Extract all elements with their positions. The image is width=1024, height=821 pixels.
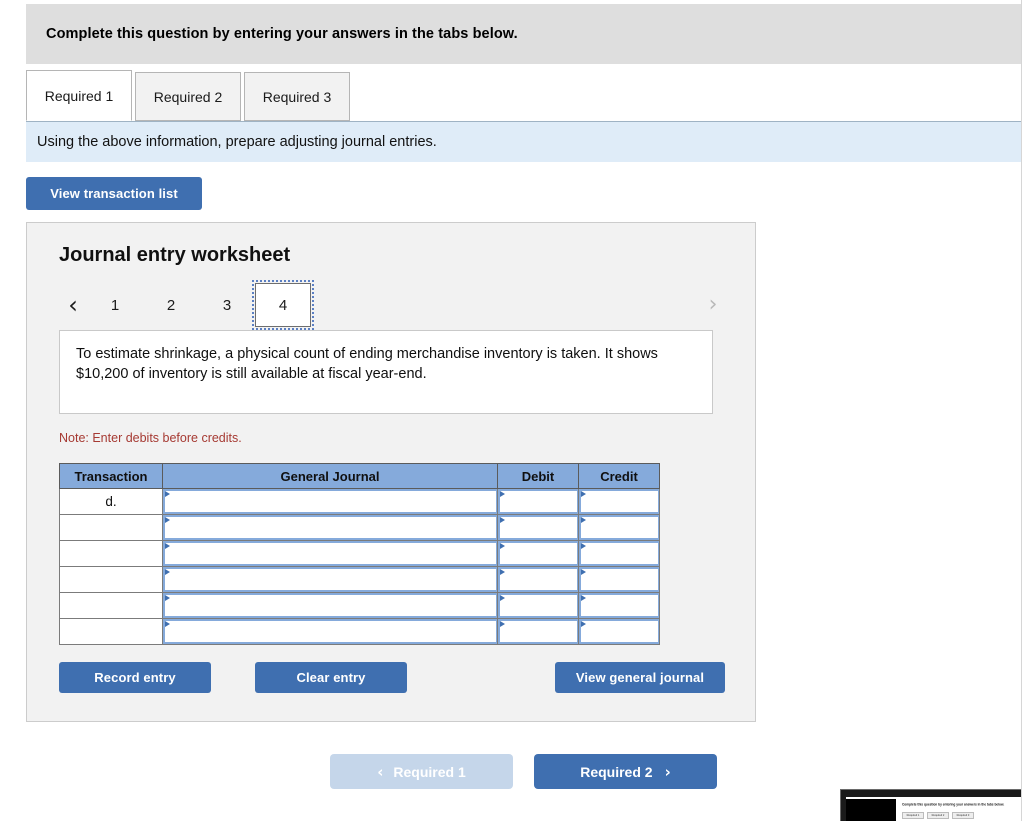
credit-input[interactable] xyxy=(581,595,658,616)
table-row: d. xyxy=(59,488,660,515)
pager-page-4[interactable]: 4 xyxy=(252,280,314,330)
cell-debit[interactable] xyxy=(497,566,579,593)
pager-page-3[interactable]: 3 xyxy=(199,283,255,327)
subheader-text: Using the above information, prepare adj… xyxy=(37,134,437,150)
cell-transaction xyxy=(59,566,163,593)
cell-transaction: d. xyxy=(59,488,163,515)
cell-debit[interactable] xyxy=(497,514,579,541)
cell-general-journal[interactable] xyxy=(162,618,498,645)
table-header-row: Transaction General Journal Debit Credit xyxy=(59,463,660,489)
question-text: To estimate shrinkage, a physical count … xyxy=(76,346,658,382)
credit-input[interactable] xyxy=(581,621,658,642)
pip-tab-strip: Required 1 Required 2 Required 3 xyxy=(902,812,974,819)
table-row xyxy=(59,566,660,593)
debit-input[interactable] xyxy=(500,569,577,590)
pager-next-icon[interactable]: › xyxy=(699,285,727,325)
general-journal-input[interactable] xyxy=(165,491,496,512)
cell-credit[interactable] xyxy=(578,592,660,619)
general-journal-input[interactable] xyxy=(165,517,496,538)
chevron-right-icon: › xyxy=(664,762,671,781)
prev-required-button[interactable]: ‹ Required 1 xyxy=(330,754,513,789)
tab-required-3-label: Required 3 xyxy=(262,88,332,105)
debit-input[interactable] xyxy=(500,621,577,642)
table-row xyxy=(59,592,660,619)
table-row xyxy=(59,514,660,541)
pager-page-2[interactable]: 2 xyxy=(143,283,199,327)
cell-debit[interactable] xyxy=(497,592,579,619)
general-journal-input[interactable] xyxy=(165,543,496,564)
cell-general-journal[interactable] xyxy=(162,540,498,567)
table-row xyxy=(59,540,660,567)
required-tabs: Required 1 Required 2 Required 3 xyxy=(26,70,1021,121)
debit-input[interactable] xyxy=(500,491,577,512)
subheader-banner: Using the above information, prepare adj… xyxy=(26,121,1021,162)
debit-input[interactable] xyxy=(500,543,577,564)
pager-page-1[interactable]: 1 xyxy=(87,283,143,327)
next-required-button[interactable]: Required 2 › xyxy=(534,754,717,789)
cell-debit[interactable] xyxy=(497,488,579,515)
general-journal-input[interactable] xyxy=(165,569,496,590)
pip-tab-required-2: Required 2 xyxy=(927,812,949,819)
prev-required-label: Required 1 xyxy=(393,763,466,780)
worksheet-pager: ‹ 1 2 3 4 › xyxy=(59,280,727,330)
cell-transaction xyxy=(59,592,163,619)
tab-required-3[interactable]: Required 3 xyxy=(244,72,350,121)
cell-general-journal[interactable] xyxy=(162,592,498,619)
question-box: To estimate shrinkage, a physical count … xyxy=(59,330,713,414)
next-required-label: Required 2 xyxy=(580,763,653,780)
tab-required-2[interactable]: Required 2 xyxy=(135,72,241,121)
view-transaction-list-button[interactable]: View transaction list xyxy=(26,177,202,210)
pip-video-area xyxy=(846,799,896,821)
picture-in-picture-overlay[interactable]: Complete this question by entering your … xyxy=(840,789,1024,821)
table-row xyxy=(59,618,660,645)
instruction-text: Complete this question by entering your … xyxy=(46,26,518,42)
cell-general-journal[interactable] xyxy=(162,566,498,593)
credit-input[interactable] xyxy=(581,569,658,590)
general-journal-input[interactable] xyxy=(165,621,496,642)
debits-before-credits-note: Note: Enter debits before credits. xyxy=(59,431,242,445)
tab-required-2-label: Required 2 xyxy=(153,88,223,105)
cell-credit[interactable] xyxy=(578,514,660,541)
cell-debit[interactable] xyxy=(497,618,579,645)
cell-transaction xyxy=(59,540,163,567)
debit-input[interactable] xyxy=(500,595,577,616)
cell-credit[interactable] xyxy=(578,618,660,645)
page-root: Complete this question by entering your … xyxy=(0,0,1024,821)
journal-entry-table: Transaction General Journal Debit Credit… xyxy=(59,463,660,645)
cell-credit[interactable] xyxy=(578,540,660,567)
column-header-credit: Credit xyxy=(578,463,660,489)
cell-credit[interactable] xyxy=(578,488,660,515)
pip-preview-content: Complete this question by entering your … xyxy=(846,797,1024,821)
pager-prev-icon[interactable]: ‹ xyxy=(59,285,87,325)
worksheet-title: Journal entry worksheet xyxy=(59,244,291,266)
instruction-banner: Complete this question by entering your … xyxy=(26,4,1021,64)
pip-tab-required-3: Required 3 xyxy=(952,812,974,819)
general-journal-input[interactable] xyxy=(165,595,496,616)
cell-transaction xyxy=(59,514,163,541)
credit-input[interactable] xyxy=(581,543,658,564)
pip-tab-required-1: Required 1 xyxy=(902,812,924,819)
cell-transaction xyxy=(59,618,163,645)
view-general-journal-button[interactable]: View general journal xyxy=(555,662,725,693)
journal-entry-worksheet-panel: Journal entry worksheet ‹ 1 2 3 4 › To e… xyxy=(26,222,756,722)
column-header-general-journal: General Journal xyxy=(162,463,498,489)
debit-input[interactable] xyxy=(500,517,577,538)
cell-general-journal[interactable] xyxy=(162,514,498,541)
tab-required-1[interactable]: Required 1 xyxy=(26,70,132,121)
journal-entry-table-body: d. xyxy=(59,488,660,645)
clear-entry-button[interactable]: Clear entry xyxy=(255,662,407,693)
tab-required-1-label: Required 1 xyxy=(44,87,114,104)
chevron-left-icon: ‹ xyxy=(377,762,384,781)
credit-input[interactable] xyxy=(581,491,658,512)
credit-input[interactable] xyxy=(581,517,658,538)
cell-credit[interactable] xyxy=(578,566,660,593)
cell-general-journal[interactable] xyxy=(162,488,498,515)
cell-debit[interactable] xyxy=(497,540,579,567)
record-entry-button[interactable]: Record entry xyxy=(59,662,211,693)
column-header-transaction: Transaction xyxy=(59,463,163,489)
column-header-debit: Debit xyxy=(497,463,579,489)
pip-instruction-text: Complete this question by entering your … xyxy=(902,802,1005,807)
